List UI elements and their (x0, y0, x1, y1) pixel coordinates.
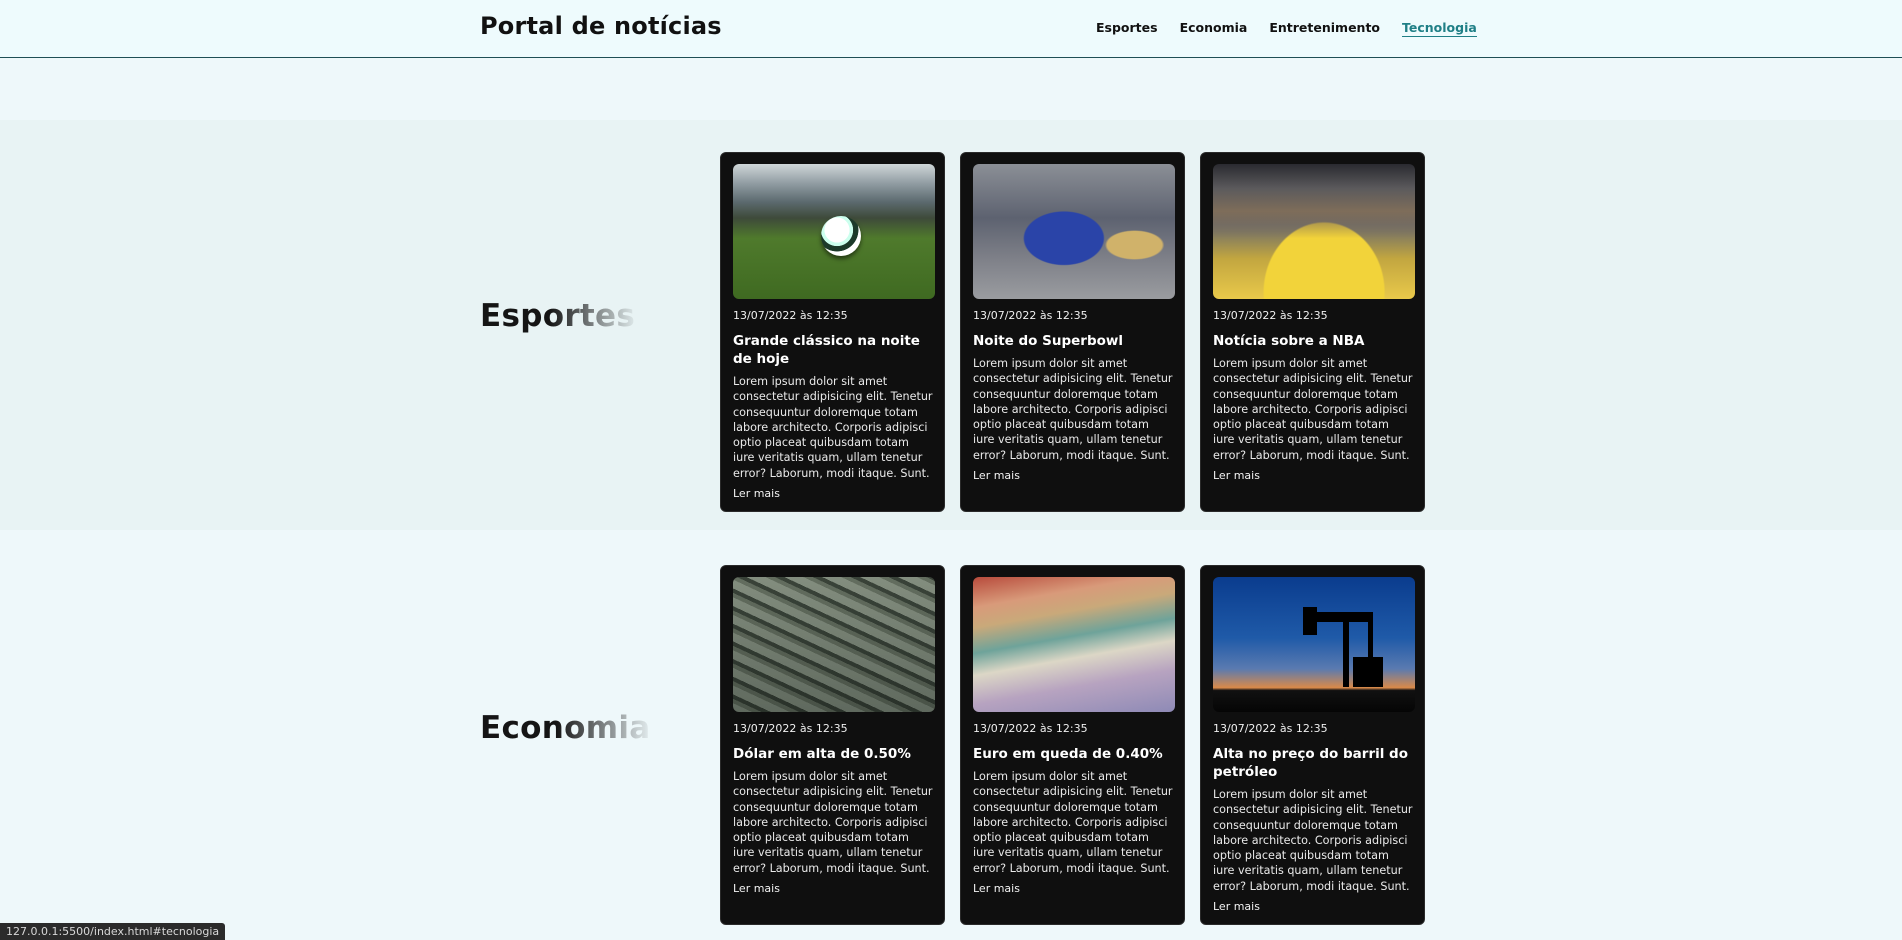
read-more-link[interactable]: Ler mais (973, 469, 1020, 482)
news-date: 13/07/2022 às 12:35 (733, 722, 848, 735)
section-title: Economia (480, 710, 651, 746)
news-excerpt: Lorem ipsum dolor sit amet consectetur a… (1213, 357, 1413, 462)
news-image-soccer-ball (733, 164, 935, 299)
site-brand[interactable]: Portal de notícias (480, 12, 722, 40)
news-card: 13/07/2022 às 12:35 Alta no preço do bar… (1200, 565, 1425, 925)
read-more-link[interactable]: Ler mais (733, 882, 780, 895)
nav-link-entretenimento[interactable]: Entretenimento (1269, 20, 1380, 37)
news-card: 13/07/2022 às 12:35 Dólar em alta de 0.5… (720, 565, 945, 925)
nav-link-economia[interactable]: Economia (1180, 20, 1248, 37)
news-image-basketball-arena (1213, 164, 1415, 299)
news-excerpt: Lorem ipsum dolor sit amet consectetur a… (973, 357, 1173, 462)
news-excerpt: Lorem ipsum dolor sit amet consectetur a… (733, 375, 933, 480)
news-date: 13/07/2022 às 12:35 (1213, 722, 1328, 735)
nav-link-esportes[interactable]: Esportes (1096, 20, 1158, 37)
browser-status-url: 127.0.0.1:5500/index.html#tecnologia (0, 923, 226, 940)
nav-link-tecnologia[interactable]: Tecnologia (1402, 20, 1477, 37)
news-card: 13/07/2022 às 12:35 Euro em queda de 0.4… (960, 565, 1185, 925)
section-economia: Economia 13/07/2022 às 12:35 Dólar em al… (0, 530, 1902, 940)
read-more-link[interactable]: Ler mais (1213, 900, 1260, 913)
news-image-euro-banknotes (973, 577, 1175, 712)
site-header: Portal de notícias Esportes Economia Ent… (0, 0, 1902, 58)
news-image-dollar-bills (733, 577, 935, 712)
main-nav: Esportes Economia Entretenimento Tecnolo… (1096, 20, 1499, 37)
section-title: Esportes (480, 298, 636, 334)
read-more-link[interactable]: Ler mais (733, 487, 780, 500)
read-more-link[interactable]: Ler mais (973, 882, 1020, 895)
news-title: Dólar em alta de 0.50% (733, 746, 911, 762)
news-title: Notícia sobre a NBA (1213, 333, 1365, 349)
news-image-football-player (973, 164, 1175, 299)
news-title: Noite do Superbowl (973, 333, 1123, 349)
news-excerpt: Lorem ipsum dolor sit amet consectetur a… (1213, 788, 1413, 893)
news-date: 13/07/2022 às 12:35 (973, 309, 1088, 322)
news-card: 13/07/2022 às 12:35 Grande clássico na n… (720, 152, 945, 512)
read-more-link[interactable]: Ler mais (1213, 469, 1260, 482)
news-card: 13/07/2022 às 12:35 Noite do Superbowl L… (960, 152, 1185, 512)
news-date: 13/07/2022 às 12:35 (1213, 309, 1328, 322)
news-image-oil-pump (1213, 577, 1415, 712)
news-card: 13/07/2022 às 12:35 Notícia sobre a NBA … (1200, 152, 1425, 512)
news-date: 13/07/2022 às 12:35 (973, 722, 1088, 735)
news-date: 13/07/2022 às 12:35 (733, 309, 848, 322)
news-title: Alta no preço do barril do petróleo (1213, 746, 1408, 780)
news-excerpt: Lorem ipsum dolor sit amet consectetur a… (973, 770, 1173, 875)
news-title: Euro em queda de 0.40% (973, 746, 1163, 762)
news-excerpt: Lorem ipsum dolor sit amet consectetur a… (733, 770, 933, 875)
news-title: Grande clássico na noite de hoje (733, 333, 920, 367)
section-esportes: Esportes 13/07/2022 às 12:35 Grande clás… (0, 120, 1902, 530)
